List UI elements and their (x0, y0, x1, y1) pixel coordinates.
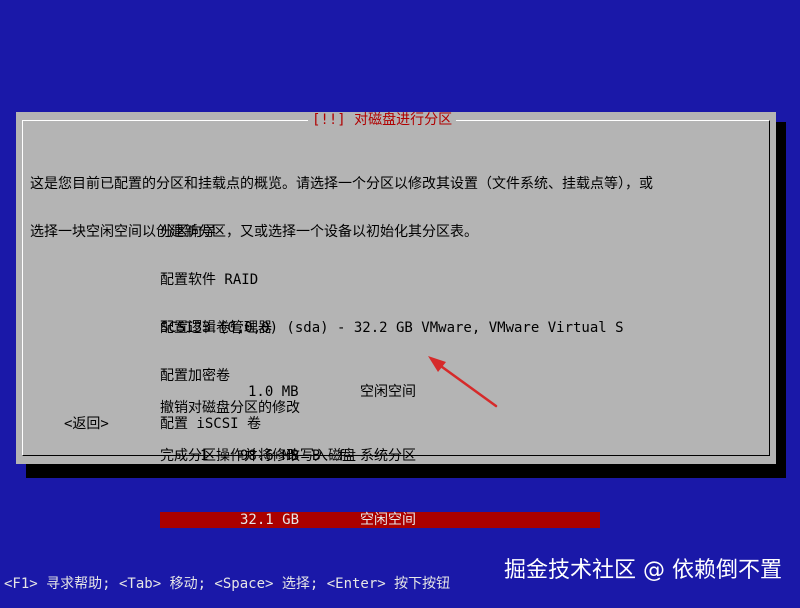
partition-type: 空闲空间 (360, 512, 416, 528)
watermark: 掘金技术社区 @ 依赖倒不置 (504, 558, 782, 583)
finish-partitioning-item[interactable]: 完成分区操作并将修改写入磁盘 (160, 448, 356, 464)
partition-dialog: [!!] 对磁盘进行分区 这是您目前已配置的分区和挂载点的概览。请选择一个分区以… (16, 112, 776, 528)
footer-help: <F1> 寻求帮助; <Tab> 移动; <Space> 选择; <Enter>… (4, 576, 451, 592)
description-line-2: 选择一块空闲空间以创建新分区，又或选择一个设备以初始化其分区表。 (30, 224, 478, 240)
disk-header-label: SCSI33 (0,0,0) (sda) - 32.2 GB VMware, V… (160, 320, 624, 336)
partition-row-selected[interactable]: 32.1 GB 空闲空间 (160, 512, 600, 528)
dialog-title: [!!] 对磁盘进行分区 (308, 112, 457, 128)
partition-type: 系统分区 (360, 448, 416, 464)
partition-type: 空闲空间 (360, 384, 416, 400)
partition-actions: 撤销对磁盘分区的修改 完成分区操作并将修改写入磁盘 (160, 368, 356, 496)
dialog-description: 这是您目前已配置的分区和挂载点的概览。请选择一个分区以修改其设置（文件系统、挂载… (30, 144, 653, 272)
menu-item-guided-partitioning[interactable]: 分区向导 (160, 224, 272, 240)
undo-changes-item[interactable]: 撤销对磁盘分区的修改 (160, 400, 356, 416)
description-line-1: 这是您目前已配置的分区和挂载点的概览。请选择一个分区以修改其设置（文件系统、挂载… (30, 176, 653, 192)
back-button[interactable]: <返回> (64, 416, 109, 432)
menu-item-software-raid[interactable]: 配置软件 RAID (160, 272, 272, 288)
disk-header[interactable]: SCSI33 (0,0,0) (sda) - 32.2 GB VMware, V… (160, 320, 624, 336)
partition-size: 32.1 GB (240, 512, 300, 528)
